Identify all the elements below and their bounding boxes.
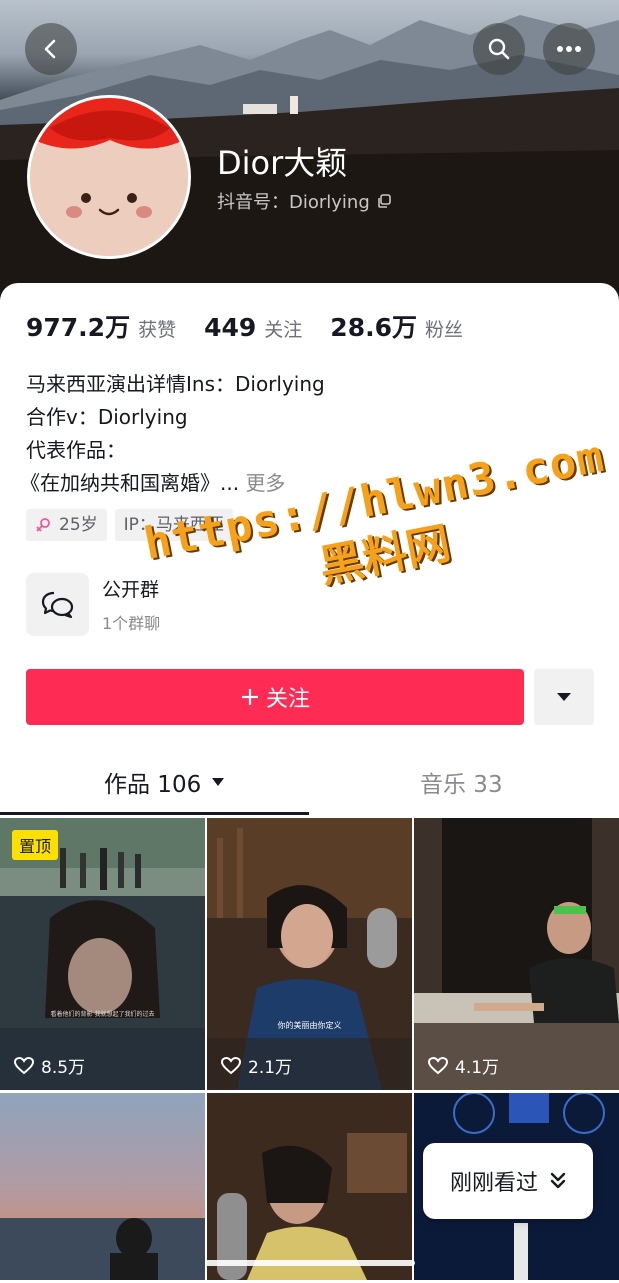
video-thumbnail[interactable]: 4.1万 <box>414 818 619 1090</box>
avatar[interactable] <box>27 95 191 259</box>
bio-line: 代表作品： <box>26 438 126 462</box>
following-count[interactable]: 449 <box>204 313 256 342</box>
video-thumbnail[interactable] <box>0 1093 205 1280</box>
caret-down-icon <box>212 778 225 786</box>
following-label[interactable]: 关注 <box>264 315 302 342</box>
search-icon <box>488 38 510 60</box>
more-dots-icon <box>557 46 581 52</box>
age-text: 25岁 <box>59 515 98 535</box>
avatar-image <box>30 98 188 256</box>
back-button[interactable] <box>25 23 77 75</box>
video-cover-image <box>0 1093 205 1280</box>
tab-works[interactable]: 作品 106 <box>104 765 225 799</box>
search-button[interactable] <box>473 23 525 75</box>
heart-icon <box>221 1056 241 1074</box>
video-likes: 4.1万 <box>428 1053 499 1078</box>
video-thumbnail[interactable] <box>207 1093 412 1280</box>
video-cover-image <box>207 1093 412 1280</box>
group-chat-entry[interactable]: 公开群 1个群聊 <box>26 573 160 636</box>
video-likes-count: 2.1万 <box>248 1058 293 1078</box>
recently-viewed-label: 刚刚看过 <box>449 1171 538 1196</box>
pinned-badge: 置顶 <box>12 830 59 860</box>
more-options-button[interactable] <box>543 23 595 75</box>
group-chat-icon <box>41 591 73 618</box>
heart-icon <box>428 1056 448 1074</box>
douyin-id-text: 抖音号：Diorlying <box>217 192 370 213</box>
bio-line: 《在加纳共和国离婚》... <box>20 471 240 495</box>
follow-label: 关注 <box>265 687 310 712</box>
video-likes: 8.5万 <box>14 1053 85 1078</box>
bio: 马来西亚演出详情Ins：Diorlying 合作v：Diorlying 代表作品… <box>20 368 325 500</box>
caret-down-icon <box>557 693 571 701</box>
follow-button[interactable]: 关注 <box>26 669 524 725</box>
group-subtitle: 1个群聊 <box>102 614 161 633</box>
likes-count: 977.2万 <box>26 313 131 342</box>
copy-icon[interactable] <box>376 193 392 209</box>
bio-line: 马来西亚演出详情Ins：Diorlying <box>26 372 325 396</box>
group-chat-icon-box <box>26 573 89 636</box>
recommend-dropdown-button[interactable] <box>534 669 594 725</box>
video-cover-image <box>207 818 412 1090</box>
video-caption: 你的美丽由你定义 <box>277 1021 342 1030</box>
video-likes: 2.1万 <box>221 1053 292 1078</box>
video-likes-count: 8.5万 <box>41 1058 86 1078</box>
stats-row: 977.2万 获赞 449 关注 28.6万 粉丝 <box>26 308 491 344</box>
video-cover-image <box>414 818 619 1090</box>
followers-count[interactable]: 28.6万 <box>330 308 417 344</box>
video-caption: 看着他们的背影 我就想起了我们的过去 <box>50 1011 155 1018</box>
tab-music[interactable]: 音乐 33 <box>420 765 503 799</box>
back-arrow-icon <box>44 39 56 59</box>
age-tag: 25岁 <box>26 509 107 541</box>
bio-line: 合作v：Diorlying <box>26 405 188 429</box>
douyin-id[interactable]: 抖音号：Diorlying <box>217 188 392 214</box>
home-indicator <box>205 1260 415 1266</box>
likes-label: 获赞 <box>138 319 177 341</box>
female-icon <box>36 518 50 532</box>
tab-works-label: 作品 106 <box>104 772 202 798</box>
followers-label[interactable]: 粉丝 <box>425 315 463 342</box>
content-tabs: 作品 106 音乐 33 <box>0 755 619 815</box>
profile-header: Dior大颖 抖音号：Diorlying <box>0 0 619 300</box>
video-thumbnail[interactable]: 置顶 看着他们的背影 我就想起了我们的过去 8.5万 <box>0 818 205 1090</box>
double-chevron-down-icon <box>550 1172 566 1189</box>
plus-icon <box>241 689 258 705</box>
recently-viewed-button[interactable]: 刚刚看过 <box>423 1143 593 1219</box>
active-tab-indicator <box>0 812 309 815</box>
video-thumbnail[interactable]: 你的美丽由你定义 2.1万 <box>207 818 412 1090</box>
profile-name: Dior大颖 <box>217 144 348 182</box>
bio-more-link[interactable]: 更多 <box>245 471 285 495</box>
heart-icon <box>14 1056 34 1074</box>
video-likes-count: 4.1万 <box>455 1058 500 1078</box>
